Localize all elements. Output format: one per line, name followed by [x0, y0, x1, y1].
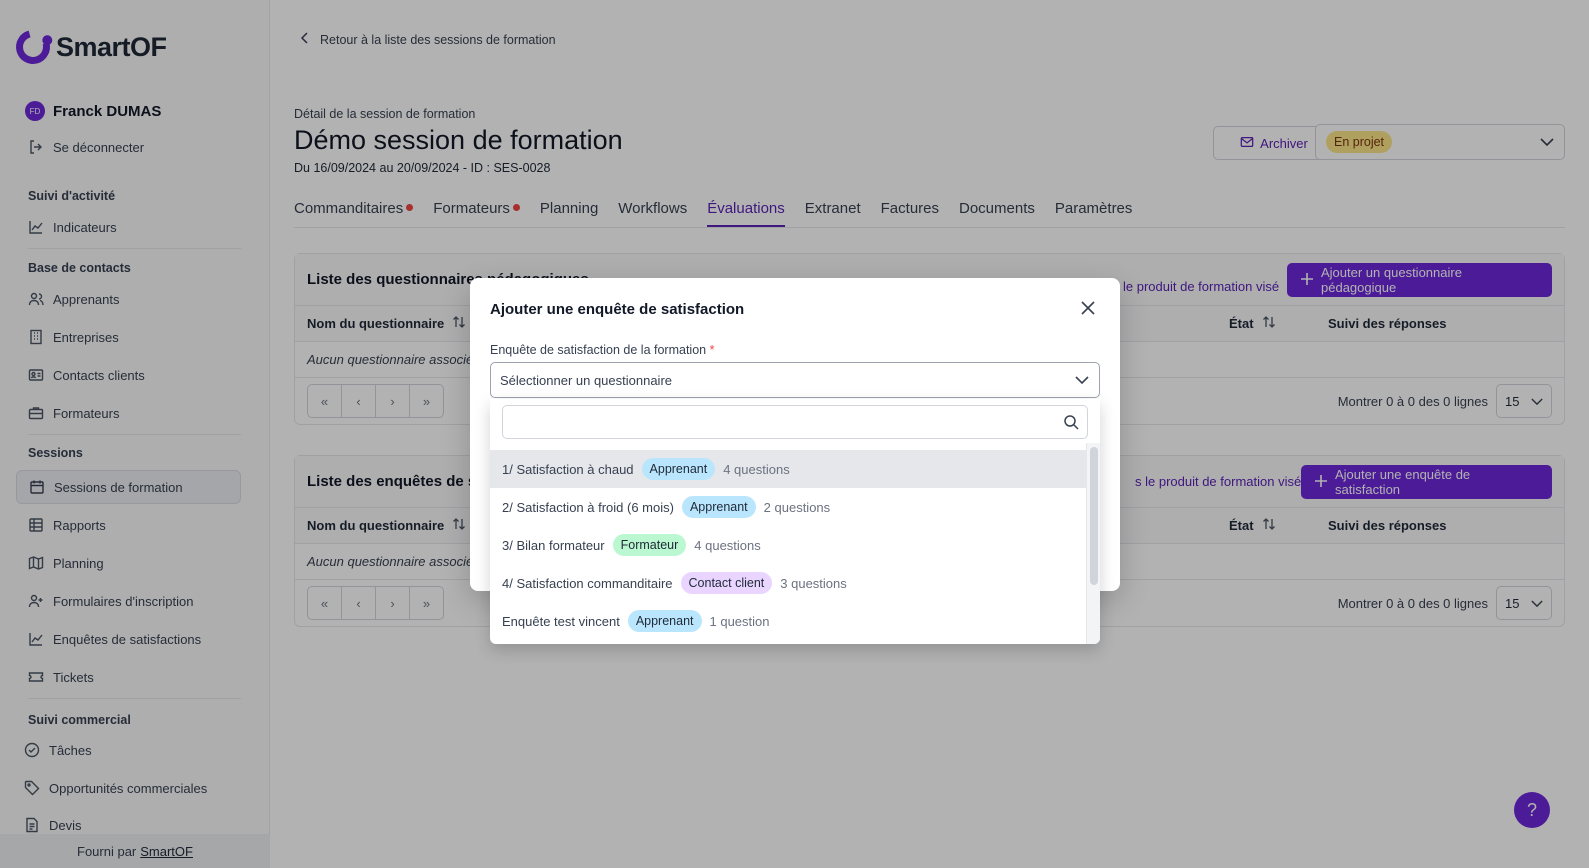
chevron-down-icon	[1075, 373, 1089, 388]
search-icon	[1063, 414, 1079, 433]
option-name: 3/ Bilan formateur	[502, 537, 605, 553]
questionnaire-select[interactable]: Sélectionner un questionnaire	[490, 362, 1100, 398]
close-button[interactable]	[1078, 299, 1098, 319]
audience-badge: Formateur	[612, 534, 687, 556]
option-name: 2/ Satisfaction à froid (6 mois)	[502, 499, 674, 515]
field-label: Enquête de satisfaction de la formation …	[490, 343, 714, 357]
question-count: 2 questions	[763, 499, 831, 515]
modal-title: Ajouter une enquête de satisfaction	[490, 301, 745, 318]
dropdown-option[interactable]: 4/ Satisfaction commanditaire Contact cl…	[490, 564, 1086, 602]
questionnaire-dropdown: 1/ Satisfaction à chaud Apprenant 4 ques…	[490, 399, 1100, 644]
question-count: 4 questions	[694, 537, 761, 553]
dropdown-search-input[interactable]	[502, 405, 1088, 439]
close-icon	[1081, 300, 1095, 318]
audience-badge: Apprenant	[641, 458, 716, 480]
option-name: 1/ Satisfaction à chaud	[502, 461, 634, 477]
audience-badge: Apprenant	[627, 610, 702, 632]
dropdown-scrollbar[interactable]	[1086, 443, 1100, 644]
question-count: 1 question	[709, 613, 770, 629]
required-marker: *	[709, 343, 715, 357]
dropdown-options: 1/ Satisfaction à chaud Apprenant 4 ques…	[490, 450, 1086, 640]
field-label-text: Enquête de satisfaction de la formation	[490, 343, 707, 357]
dropdown-option[interactable]: 2/ Satisfaction à froid (6 mois) Apprena…	[490, 488, 1086, 526]
dropdown-option[interactable]: Enquête test vincent Apprenant 1 questio…	[490, 602, 1086, 640]
dropdown-option[interactable]: 3/ Bilan formateur Formateur 4 questions	[490, 526, 1086, 564]
dropdown-option[interactable]: 1/ Satisfaction à chaud Apprenant 4 ques…	[490, 450, 1086, 488]
scrollbar-thumb[interactable]	[1090, 447, 1098, 585]
question-count: 4 questions	[723, 461, 790, 477]
select-placeholder: Sélectionner un questionnaire	[500, 372, 673, 388]
option-name: 4/ Satisfaction commanditaire	[502, 575, 673, 591]
audience-badge: Apprenant	[681, 496, 756, 518]
audience-badge: Contact client	[680, 572, 773, 594]
question-count: 3 questions	[780, 575, 847, 591]
option-name: Enquête test vincent	[502, 613, 620, 629]
